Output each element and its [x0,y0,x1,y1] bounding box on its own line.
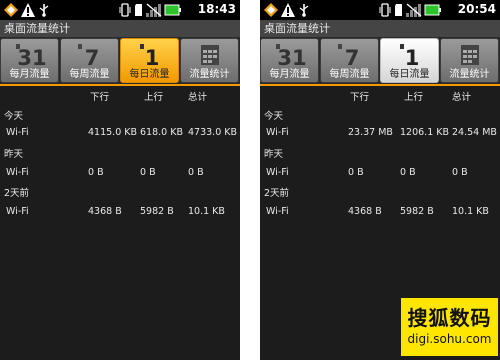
connection-name: Wi-Fi [266,167,289,178]
column-header-up: 上行 [144,92,164,103]
tab-label: 每周流量 [329,69,370,80]
tab-label: 每日流量 [129,69,170,80]
tab-daily[interactable]: 1 每日流量 [120,38,179,83]
tab-statistics[interactable]: 流量统计 [440,38,499,83]
battery-icon [164,3,182,17]
download-value: 4368 B [88,206,122,217]
total-value: 0 B [188,167,204,178]
upload-value: 5982 B [400,206,434,217]
section-title-today: 今天 [264,111,284,122]
tab-label: 流量统计 [189,69,230,80]
sd-card-icon [133,3,145,17]
total-value: 10.1 KB [452,206,489,217]
connection-name: Wi-Fi [266,127,289,138]
column-header-down: 下行 [90,92,110,103]
column-header-down: 下行 [350,92,370,103]
download-value: 4115.0 KB [88,127,138,138]
section-title-2-days-ago: 2天前 [264,188,290,199]
total-value: 10.1 KB [188,206,225,217]
tab-bar: 31 每月流量 7 每周流量 1 每日流量 流量统计 [260,37,500,85]
warning-icon [20,3,36,17]
tab-label: 每日流量 [389,69,430,80]
connection-name: Wi-Fi [6,206,29,217]
tab-label: 流量统计 [449,69,490,80]
tab-monthly[interactable]: 31 每月流量 [0,38,59,83]
download-value: 0 B [88,167,104,178]
upload-value: 0 B [140,167,156,178]
section-title-2-days-ago: 2天前 [4,188,30,199]
status-time: 20:54 [457,2,496,16]
tab-daily[interactable]: 1 每日流量 [380,38,439,83]
no-signal-icon [406,3,422,17]
total-value: 24.54 MB [452,127,497,138]
battery-icon [424,3,442,17]
warning-icon [280,3,296,17]
status-bar: 18:43 [0,0,240,20]
watermark-url: digi.sohu.com [407,332,492,346]
connection-name: Wi-Fi [6,167,29,178]
tab-statistics[interactable]: 流量统计 [180,38,239,83]
section-title-yesterday: 昨天 [4,149,24,160]
traffic-table: 下行 上行 总计 今天 Wi-Fi 4115.0 KB 618.0 KB 473… [0,86,240,360]
tab-label: 每周流量 [69,69,110,80]
status-time: 18:43 [197,2,236,16]
sd-card-icon [393,3,405,17]
vibrate-icon [378,3,392,17]
status-bar: 20:54 [260,0,500,20]
total-value: 0 B [452,167,468,178]
watermark-text: 搜狐数码 [407,306,492,330]
column-header-total: 总计 [452,92,472,103]
upload-value: 1206.1 KB [400,127,450,138]
download-value: 23.37 MB [348,127,393,138]
download-value: 0 B [348,167,364,178]
column-header-total: 总计 [188,92,208,103]
tab-monthly[interactable]: 31 每月流量 [260,38,319,83]
app-title: 桌面流量统计 [260,20,500,37]
tab-weekly[interactable]: 7 每周流量 [60,38,119,83]
usb-icon [297,3,311,17]
tab-label: 每月流量 [269,69,310,80]
column-header-up: 上行 [404,92,424,103]
upload-value: 5982 B [140,206,174,217]
section-title-yesterday: 昨天 [264,149,284,160]
no-signal-icon [146,3,162,17]
tab-bar: 31 每月流量 7 每周流量 1 每日流量 流量统计 [0,37,240,85]
tab-label: 每月流量 [9,69,50,80]
connection-name: Wi-Fi [6,127,29,138]
sohu-watermark: 搜狐数码 digi.sohu.com [401,298,498,356]
upload-value: 618.0 KB [140,127,183,138]
usb-icon [37,3,51,17]
vibrate-icon [118,3,132,17]
download-value: 4368 B [348,206,382,217]
app-notification-icon [3,3,19,17]
total-value: 4733.0 KB [188,127,238,138]
app-title: 桌面流量统计 [0,20,240,37]
phone-screenshot-left: 18:43 桌面流量统计 31 每月流量 7 每周流量 1 每日流量 流量统计 [0,0,240,360]
upload-value: 0 B [400,167,416,178]
connection-name: Wi-Fi [266,206,289,217]
section-title-today: 今天 [4,111,24,122]
app-notification-icon [263,3,279,17]
tab-weekly[interactable]: 7 每周流量 [320,38,379,83]
